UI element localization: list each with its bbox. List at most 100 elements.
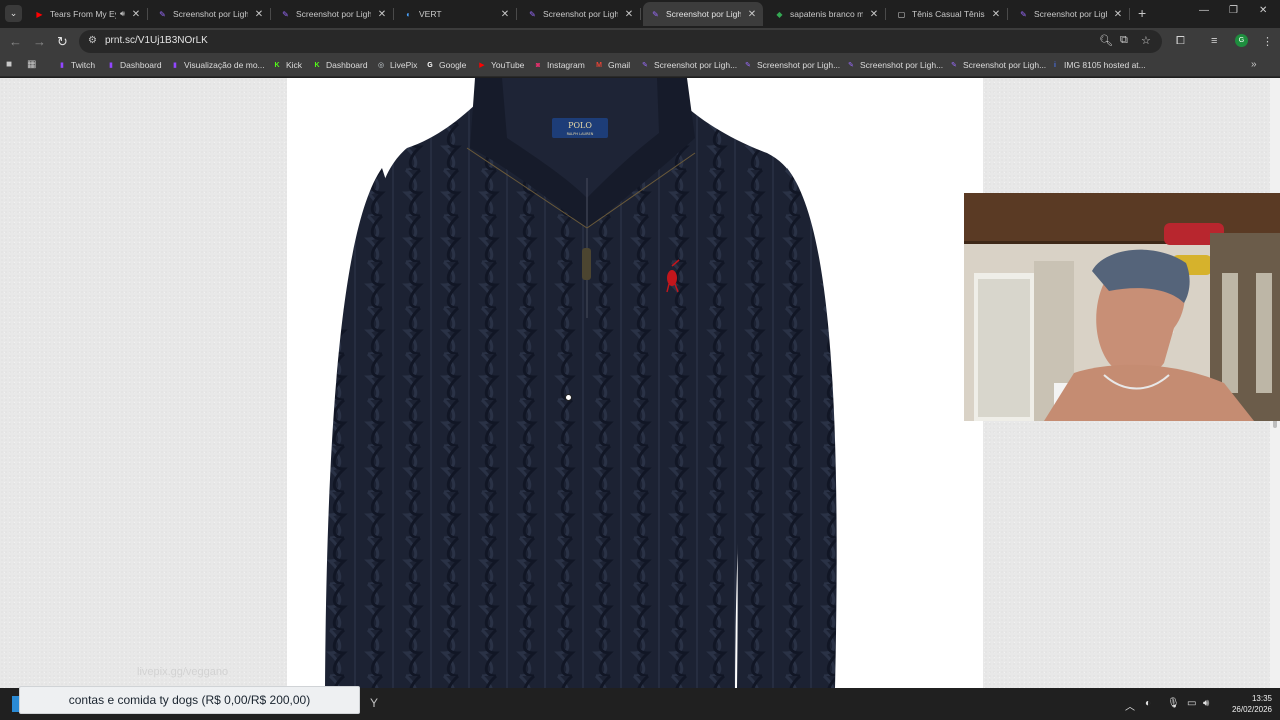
tab[interactable]: ✎ Screenshot por Lightshot ✕ bbox=[1011, 2, 1130, 26]
tab[interactable]: ▶ Tears From My Eyes 🔊︎ ✕ bbox=[27, 2, 148, 26]
neck-label: POLO bbox=[568, 121, 592, 130]
system-clock[interactable]: 13:35 26/02/2026 bbox=[1220, 693, 1272, 715]
zoom-icon[interactable]: 🔍︎ bbox=[1099, 34, 1113, 47]
tab-close-icon[interactable]: ✕ bbox=[377, 9, 387, 20]
bookmark-item[interactable]: K Kick bbox=[272, 60, 302, 70]
bookmark-label: LivePix bbox=[390, 60, 418, 70]
tab-strip: ⌄ ▶ Tears From My Eyes 🔊︎ ✕ ✎ Screenshot por … bbox=[0, 0, 1280, 28]
tab-title: sapatenis branco masculino bbox=[790, 9, 863, 19]
extensions-icon[interactable]: ⧠ bbox=[1176, 35, 1185, 48]
tab[interactable]: ✎ Screenshot por Lightshot ✕ bbox=[273, 2, 394, 26]
media-controls-icon[interactable]: ≡ bbox=[1211, 35, 1217, 47]
kick-icon: K bbox=[314, 61, 320, 69]
screenshot-image: POLO RALPH LAUREN bbox=[287, 78, 983, 688]
bookmark-star-icon[interactable]: ☆ bbox=[1141, 34, 1151, 47]
bookmark-item[interactable]: i IMG 8105 hosted at... bbox=[1050, 60, 1146, 70]
bookmark-label: Google bbox=[439, 60, 467, 70]
menu-icon[interactable]: ⋮ bbox=[1262, 35, 1273, 48]
taskbar-app-indicator[interactable] bbox=[12, 696, 19, 712]
tab-close-icon[interactable]: ✕ bbox=[747, 9, 757, 20]
tab-close-icon[interactable]: ✕ bbox=[624, 9, 634, 20]
twitch-icon: ▮ bbox=[60, 62, 64, 69]
tab[interactable]: ◆ sapatenis branco masculino ✕ bbox=[767, 2, 886, 26]
tab-close-icon[interactable]: ✕ bbox=[254, 9, 264, 20]
back-button[interactable]: ← bbox=[9, 34, 22, 49]
bookmark-item[interactable]: ▮ Visualização de mo... bbox=[170, 60, 265, 70]
tab-separator bbox=[516, 8, 517, 20]
tab-separator bbox=[1129, 8, 1130, 20]
restore-button[interactable]: ❐ bbox=[1229, 5, 1238, 16]
lightshot-icon: ✎ bbox=[951, 62, 957, 69]
bookmark-item[interactable]: ✎ Screenshot por Ligh... bbox=[640, 60, 737, 70]
lightshot-icon: ✎ bbox=[642, 62, 648, 69]
forward-button[interactable]: → bbox=[33, 34, 46, 49]
tab[interactable]: ✎ Screenshot por Lightshot ✕ bbox=[643, 2, 763, 26]
twitch-icon: ▮ bbox=[173, 62, 177, 69]
lightshot-icon: ✎ bbox=[652, 9, 659, 19]
tab[interactable]: ◐ VERT ✕ bbox=[396, 2, 517, 26]
tray-overflow-icon[interactable]: ︿ bbox=[1125, 698, 1135, 713]
clock-date: 26/02/2026 bbox=[1231, 705, 1272, 714]
lightshot-icon: ✎ bbox=[848, 62, 854, 69]
tab-audio-icon[interactable]: 🔊︎ bbox=[120, 9, 125, 19]
avatar[interactable]: G bbox=[1235, 34, 1248, 47]
new-tab-button[interactable]: + bbox=[1138, 5, 1146, 21]
network-icon[interactable]: ▭ bbox=[1187, 698, 1196, 709]
instagram-icon: ◙ bbox=[535, 61, 541, 69]
gmail-icon: M bbox=[596, 61, 602, 69]
livepix-icon: ◎ bbox=[377, 62, 385, 69]
app-icon[interactable]: Y bbox=[370, 696, 378, 710]
lightshot-icon: ✎ bbox=[745, 62, 751, 69]
google-icon: G bbox=[427, 61, 433, 69]
tab-search-button[interactable]: ⌄ bbox=[5, 5, 22, 22]
tab[interactable]: ▢ Tênis Casual Tênis Masculino ✕ bbox=[889, 2, 1008, 26]
bookmark-item[interactable]: ✎ Screenshot por Ligh... bbox=[743, 60, 840, 70]
tab-separator bbox=[147, 8, 148, 20]
stream-watermark: livepix.gg/veggano bbox=[137, 666, 229, 678]
tray-app-icon[interactable]: ◐ bbox=[1145, 698, 1151, 709]
bookmark-label: Screenshot por Ligh... bbox=[963, 60, 1047, 70]
close-window-button[interactable]: ✕ bbox=[1259, 5, 1267, 16]
tab[interactable]: ✎ Screenshot por Lightshot ✕ bbox=[520, 2, 641, 26]
bookmark-item[interactable]: ▮ Dashboard bbox=[106, 60, 162, 70]
browser-toolbar: ← → ↻ ⚙ prnt.sc/V1Uj1B3NOrLK 🔍︎ ⧉ ☆ ⧠ ≡ … bbox=[0, 28, 1280, 55]
install-app-icon[interactable]: ⧉ bbox=[1120, 34, 1128, 47]
url-text[interactable]: prnt.sc/V1Uj1B3NOrLK bbox=[105, 35, 208, 46]
bookmark-item[interactable]: G Google bbox=[425, 60, 466, 70]
imgbb-icon: i bbox=[1054, 61, 1056, 69]
volume-icon[interactable]: 🔊︎ bbox=[1203, 698, 1209, 709]
google-shopping-icon: ◆ bbox=[776, 9, 783, 19]
tab[interactable]: ✎ Screenshot por Lightshot ✕ bbox=[150, 2, 271, 26]
tab-close-icon[interactable]: ✕ bbox=[1113, 9, 1123, 20]
sidebar-icon[interactable]: ■ bbox=[6, 59, 12, 70]
address-bar[interactable]: ⚙ prnt.sc/V1Uj1B3NOrLK 🔍︎ ⧉ ☆ bbox=[79, 30, 1162, 53]
tab-close-icon[interactable]: ✕ bbox=[991, 9, 1001, 20]
site-info-icon[interactable]: ⚙ bbox=[88, 35, 97, 46]
tab-close-icon[interactable]: ✕ bbox=[869, 9, 879, 20]
bookmark-label: Dashboard bbox=[326, 60, 368, 70]
tab-close-icon[interactable]: ✕ bbox=[500, 9, 510, 20]
donation-goal-text: contas e comida ty dogs (R$ 0,00/R$ 200,… bbox=[68, 693, 311, 707]
bookmark-item[interactable]: ✎ Screenshot por Ligh... bbox=[846, 60, 943, 70]
bookmark-item[interactable]: M Gmail bbox=[594, 60, 630, 70]
bookmark-item[interactable]: K Dashboard bbox=[312, 60, 368, 70]
bookmark-item[interactable]: ✎ Screenshot por Ligh... bbox=[949, 60, 1046, 70]
microphone-icon[interactable]: 🎙︎ bbox=[1167, 698, 1180, 709]
tab-separator bbox=[1007, 8, 1008, 20]
youtube-icon: ▶ bbox=[36, 9, 43, 19]
tab-title: Screenshot por Lightshot bbox=[173, 9, 248, 19]
bookmark-item[interactable]: ◙ Instagram bbox=[533, 60, 585, 70]
reload-button[interactable]: ↻ bbox=[57, 34, 68, 50]
neck-sublabel: RALPH LAUREN bbox=[567, 132, 594, 136]
bookmark-item[interactable]: ◎ LivePix bbox=[376, 60, 417, 70]
tab-title: Tears From My Eyes bbox=[50, 9, 116, 19]
tab-title: Screenshot por Lightshot bbox=[296, 9, 371, 19]
apps-grid-icon[interactable]: ▦ bbox=[27, 59, 36, 70]
bookmark-label: IMG 8105 hosted at... bbox=[1064, 60, 1146, 70]
minimize-button[interactable]: — bbox=[1199, 5, 1209, 16]
bookmark-item[interactable]: ▶ YouTube bbox=[477, 60, 524, 70]
tab-separator bbox=[393, 8, 394, 20]
bookmark-item[interactable]: ▮ Twitch bbox=[57, 60, 95, 70]
tab-close-icon[interactable]: ✕ bbox=[131, 9, 141, 20]
more-bookmarks-icon[interactable]: » bbox=[1251, 59, 1257, 70]
